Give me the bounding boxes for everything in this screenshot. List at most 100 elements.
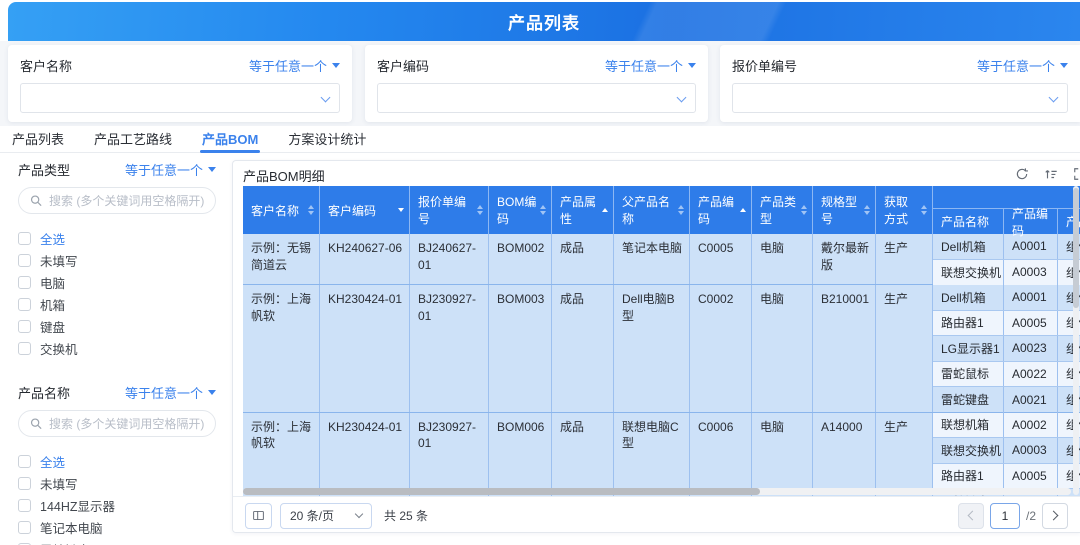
filter-label: 客户名称 bbox=[20, 56, 72, 75]
search-input[interactable] bbox=[49, 194, 204, 208]
prev-page-button[interactable] bbox=[958, 503, 984, 529]
customer-name-select[interactable] bbox=[20, 83, 340, 113]
cell-quote-number: BJ230927-01 bbox=[410, 413, 489, 497]
option-computer[interactable]: 电脑 bbox=[18, 271, 216, 293]
column-header-bom-code[interactable]: BOM编码 bbox=[489, 186, 552, 234]
checkbox[interactable] bbox=[18, 276, 31, 289]
next-page-button[interactable] bbox=[1042, 503, 1068, 529]
option-not-filled[interactable]: 未填写 bbox=[18, 249, 216, 271]
customer-code-select[interactable] bbox=[377, 83, 696, 113]
sort-icon bbox=[477, 205, 483, 215]
child-row[interactable]: 路由器1A0005组件 bbox=[933, 311, 1080, 337]
product-type-search[interactable] bbox=[18, 187, 216, 214]
option-select-all[interactable]: 全选 bbox=[18, 450, 216, 472]
checkbox[interactable] bbox=[18, 232, 31, 245]
filter-card-quote-number: 报价单编号 等于任意一个 bbox=[720, 45, 1080, 122]
option-razer-keyboard[interactable]: 雷蛇键盘 bbox=[18, 538, 216, 545]
filter-strip: 客户名称 等于任意一个 客户编码 等于任意一个 bbox=[0, 41, 1080, 126]
operator-dropdown[interactable]: 等于任意一个 bbox=[977, 56, 1068, 75]
checkbox[interactable] bbox=[18, 254, 31, 267]
child-row[interactable]: 联想机箱A0002组件 bbox=[933, 413, 1080, 439]
quote-number-select[interactable] bbox=[732, 83, 1068, 113]
cell-quote-number: BJ230927-01 bbox=[410, 285, 489, 412]
column-header-product-type[interactable]: 产品类型 bbox=[752, 186, 813, 234]
column-header-acquire-method[interactable]: 获取方式 bbox=[876, 186, 933, 234]
search-icon bbox=[30, 417, 42, 430]
checkbox[interactable] bbox=[18, 499, 31, 512]
cell-parent-product: Dell电脑B型 bbox=[614, 285, 690, 412]
cell-spec-model: 戴尔最新版 bbox=[813, 234, 876, 284]
table-row[interactable]: 示例：上海帆软 KH230424-01 BJ230927-01 BOM003 成… bbox=[243, 285, 1080, 413]
cell-product-type: 电脑 bbox=[752, 413, 813, 497]
child-row[interactable]: 联想交换机A0003组件 bbox=[933, 438, 1080, 464]
option-keyboard[interactable]: 键盘 bbox=[18, 315, 216, 337]
chevron-down-icon bbox=[677, 93, 687, 103]
checkbox[interactable] bbox=[18, 342, 31, 355]
option-laptop[interactable]: 笔记本电脑 bbox=[18, 516, 216, 538]
sort-icon bbox=[864, 205, 870, 215]
table-row[interactable]: 示例：上海帆软 KH230424-01 BJ230927-01 BOM006 成… bbox=[243, 413, 1080, 497]
child-row[interactable]: 路由器1A0005组件 bbox=[933, 464, 1080, 490]
cell-product-code: C0005 bbox=[690, 234, 752, 284]
column-settings-icon bbox=[252, 509, 265, 522]
sort-asc-icon bbox=[602, 208, 608, 212]
product-name-search[interactable] bbox=[18, 410, 216, 437]
tab-process-route[interactable]: 产品工艺路线 bbox=[92, 126, 174, 152]
checkbox[interactable] bbox=[18, 455, 31, 468]
page-title: 产品列表 bbox=[508, 9, 580, 34]
page-size-select[interactable]: 20 条/页 bbox=[280, 503, 372, 529]
cell-acquire-method: 生产 bbox=[876, 413, 933, 497]
scrollbar-thumb[interactable] bbox=[1073, 188, 1079, 308]
checkbox[interactable] bbox=[18, 521, 31, 534]
expand-icon[interactable] bbox=[1072, 166, 1080, 181]
operator-dropdown[interactable]: 等于任意一个 bbox=[125, 383, 216, 402]
operator-dropdown[interactable]: 等于任意一个 bbox=[249, 56, 340, 75]
subcolumn-header-product-code[interactable]: 产品编码 bbox=[1004, 209, 1058, 234]
child-row[interactable]: 联想交换机A0003组件 bbox=[933, 260, 1080, 286]
total-pages: /2 bbox=[1026, 509, 1036, 523]
column-header-product-code[interactable]: 产品编码 bbox=[690, 186, 752, 234]
column-settings-button[interactable] bbox=[245, 503, 272, 529]
dropdown-caret-icon bbox=[688, 63, 696, 68]
checkbox[interactable] bbox=[18, 320, 31, 333]
page-number-input[interactable] bbox=[990, 503, 1020, 529]
column-header-quote-number[interactable]: 报价单编号 bbox=[410, 186, 489, 234]
operator-dropdown[interactable]: 等于任意一个 bbox=[605, 56, 696, 75]
search-input[interactable] bbox=[49, 417, 204, 431]
horizontal-scrollbar[interactable] bbox=[243, 488, 1071, 495]
child-row[interactable]: 雷蛇鼠标A0022组件 bbox=[933, 362, 1080, 388]
cell-spec-model: A14000 bbox=[813, 413, 876, 497]
column-header-customer-name[interactable]: 客户名称 bbox=[243, 186, 320, 234]
child-row[interactable]: 雷蛇键盘A0021组件 bbox=[933, 387, 1080, 413]
vertical-scrollbar[interactable] bbox=[1073, 186, 1079, 495]
tab-design-stats[interactable]: 方案设计统计 bbox=[286, 126, 368, 152]
dropdown-caret-icon bbox=[208, 390, 216, 395]
tab-product-list[interactable]: 产品列表 bbox=[10, 126, 66, 152]
option-not-filled[interactable]: 未填写 bbox=[18, 472, 216, 494]
subcolumn-header-product-name[interactable]: 产品名称 bbox=[933, 209, 1004, 234]
refresh-icon[interactable] bbox=[1014, 166, 1029, 181]
column-header-product-attr[interactable]: 产品属性 bbox=[552, 186, 614, 234]
child-row[interactable]: LG显示器1A0023组件 bbox=[933, 336, 1080, 362]
table-row[interactable]: 示例：无锡简道云 KH240627-06 BJ240627-01 BOM002 … bbox=[243, 234, 1080, 285]
checkbox[interactable] bbox=[18, 298, 31, 311]
option-144hz-monitor[interactable]: 144HZ显示器 bbox=[18, 494, 216, 516]
option-case[interactable]: 机箱 bbox=[18, 293, 216, 315]
pagination-bar: 20 条/页 共 25 条 /2 bbox=[233, 496, 1080, 533]
child-row[interactable]: Dell机箱A0001组件 bbox=[933, 234, 1080, 260]
cell-customer-code: KH240627-06 bbox=[320, 234, 410, 284]
column-header-customer-code[interactable]: 客户编码 bbox=[320, 186, 410, 234]
option-select-all[interactable]: 全选 bbox=[18, 227, 216, 249]
child-row[interactable]: Dell机箱A0001组件 bbox=[933, 285, 1080, 311]
column-header-parent-product[interactable]: 父产品名称 bbox=[614, 186, 690, 234]
child-rows: Dell机箱A0001组件 联想交换机A0003组件 bbox=[933, 234, 1080, 284]
option-switch[interactable]: 交换机 bbox=[18, 337, 216, 359]
checkbox[interactable] bbox=[18, 477, 31, 490]
customize-columns-icon[interactable] bbox=[1043, 166, 1058, 181]
panel-title: 产品BOM明细 bbox=[243, 166, 325, 185]
scrollbar-thumb[interactable] bbox=[243, 488, 760, 495]
column-header-spec-model[interactable]: 规格型号 bbox=[813, 186, 876, 234]
operator-dropdown[interactable]: 等于任意一个 bbox=[125, 160, 216, 179]
tab-product-bom[interactable]: 产品BOM bbox=[200, 126, 260, 152]
dropdown-caret-icon bbox=[208, 167, 216, 172]
